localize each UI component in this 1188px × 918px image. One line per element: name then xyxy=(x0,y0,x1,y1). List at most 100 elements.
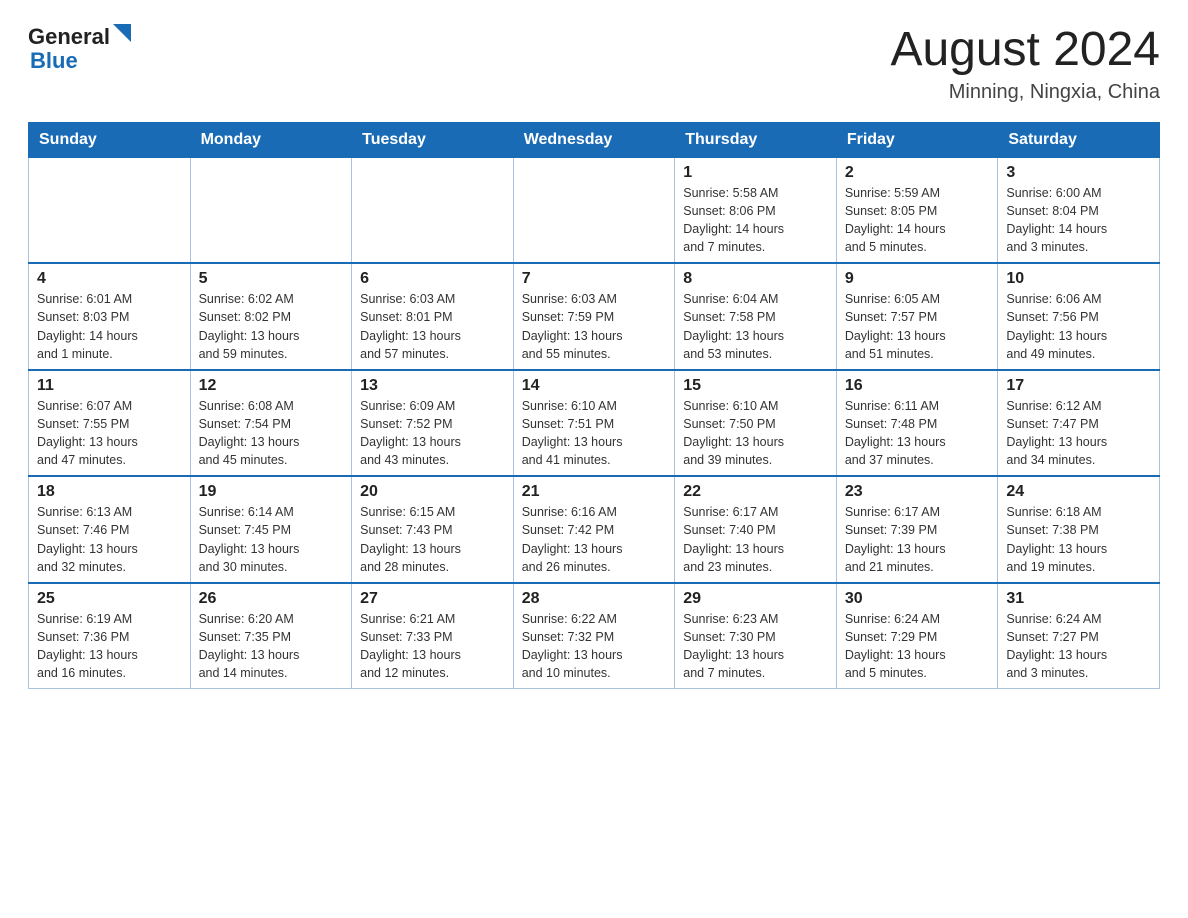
day-number: 6 xyxy=(360,270,505,288)
day-info: Sunrise: 6:12 AM Sunset: 7:47 PM Dayligh… xyxy=(1006,397,1151,470)
day-number: 10 xyxy=(1006,270,1151,288)
day-number: 1 xyxy=(683,164,828,182)
table-row: 27 Sunrise: 6:21 AM Sunset: 7:33 PM Dayli… xyxy=(352,583,514,689)
table-row: 24 Sunrise: 6:18 AM Sunset: 7:38 PM Dayli… xyxy=(998,476,1160,583)
day-number: 2 xyxy=(845,164,990,182)
day-number: 14 xyxy=(522,377,667,395)
location-subtitle: Minning, Ningxia, China xyxy=(890,81,1160,104)
day-info: Sunrise: 6:10 AM Sunset: 7:51 PM Dayligh… xyxy=(522,397,667,470)
day-number: 27 xyxy=(360,590,505,608)
page-header: General Blue August 2024 Minning, Ningxi… xyxy=(28,24,1160,104)
table-row xyxy=(513,157,675,263)
table-row: 1 Sunrise: 5:58 AM Sunset: 8:06 PM Daylig… xyxy=(675,157,837,263)
table-row: 3 Sunrise: 6:00 AM Sunset: 8:04 PM Daylig… xyxy=(998,157,1160,263)
month-title: August 2024 xyxy=(890,24,1160,77)
table-row: 17Sunrise: 6:12 AM Sunset: 7:47 PM Dayli… xyxy=(998,370,1160,477)
day-number: 13 xyxy=(360,377,505,395)
col-friday: Friday xyxy=(836,122,998,157)
day-number: 5 xyxy=(199,270,344,288)
table-row: 4 Sunrise: 6:01 AM Sunset: 8:03 PM Daylig… xyxy=(29,263,191,370)
table-row: 15Sunrise: 6:10 AM Sunset: 7:50 PM Dayli… xyxy=(675,370,837,477)
day-number: 31 xyxy=(1006,590,1151,608)
day-info: Sunrise: 6:22 AM Sunset: 7:32 PM Dayligh… xyxy=(522,610,667,683)
table-row: 9 Sunrise: 6:05 AM Sunset: 7:57 PM Daylig… xyxy=(836,263,998,370)
day-number: 4 xyxy=(37,270,182,288)
day-number: 3 xyxy=(1006,164,1151,182)
table-row: 20 Sunrise: 6:15 AM Sunset: 7:43 PM Dayli… xyxy=(352,476,514,583)
logo-blue-text: Blue xyxy=(30,48,78,74)
day-info: Sunrise: 5:58 AM Sunset: 8:06 PM Dayligh… xyxy=(683,184,828,257)
calendar-week-row: 4 Sunrise: 6:01 AM Sunset: 8:03 PM Daylig… xyxy=(29,263,1160,370)
day-info: Sunrise: 6:07 AM Sunset: 7:55 PM Dayligh… xyxy=(37,397,182,470)
day-info: Sunrise: 6:16 AM Sunset: 7:42 PM Dayligh… xyxy=(522,503,667,576)
table-row: 7 Sunrise: 6:03 AM Sunset: 7:59 PM Daylig… xyxy=(513,263,675,370)
day-info: Sunrise: 6:00 AM Sunset: 8:04 PM Dayligh… xyxy=(1006,184,1151,257)
day-number: 8 xyxy=(683,270,828,288)
day-info: Sunrise: 6:20 AM Sunset: 7:35 PM Dayligh… xyxy=(199,610,344,683)
table-row xyxy=(29,157,191,263)
table-row: 19Sunrise: 6:14 AM Sunset: 7:45 PM Dayli… xyxy=(190,476,352,583)
day-info: Sunrise: 6:24 AM Sunset: 7:29 PM Dayligh… xyxy=(845,610,990,683)
calendar-table: Sunday Monday Tuesday Wednesday Thursday… xyxy=(28,122,1160,690)
day-info: Sunrise: 6:13 AM Sunset: 7:46 PM Dayligh… xyxy=(37,503,182,576)
table-row: 16 Sunrise: 6:11 AM Sunset: 7:48 PM Dayli… xyxy=(836,370,998,477)
table-row xyxy=(190,157,352,263)
title-section: August 2024 Minning, Ningxia, China xyxy=(890,24,1160,104)
table-row: 28 Sunrise: 6:22 AM Sunset: 7:32 PM Dayli… xyxy=(513,583,675,689)
day-info: Sunrise: 6:11 AM Sunset: 7:48 PM Dayligh… xyxy=(845,397,990,470)
day-info: Sunrise: 5:59 AM Sunset: 8:05 PM Dayligh… xyxy=(845,184,990,257)
table-row: 22 Sunrise: 6:17 AM Sunset: 7:40 PM Dayli… xyxy=(675,476,837,583)
calendar-week-row: 1 Sunrise: 5:58 AM Sunset: 8:06 PM Daylig… xyxy=(29,157,1160,263)
col-sunday: Sunday xyxy=(29,122,191,157)
day-number: 25 xyxy=(37,590,182,608)
day-info: Sunrise: 6:15 AM Sunset: 7:43 PM Dayligh… xyxy=(360,503,505,576)
table-row: 14 Sunrise: 6:10 AM Sunset: 7:51 PM Dayli… xyxy=(513,370,675,477)
table-row: 30 Sunrise: 6:24 AM Sunset: 7:29 PM Dayli… xyxy=(836,583,998,689)
table-row: 31 Sunrise: 6:24 AM Sunset: 7:27 PM Dayli… xyxy=(998,583,1160,689)
day-number: 19 xyxy=(199,483,344,501)
table-row: 12 Sunrise: 6:08 AM Sunset: 7:54 PM Dayli… xyxy=(190,370,352,477)
day-info: Sunrise: 6:04 AM Sunset: 7:58 PM Dayligh… xyxy=(683,290,828,363)
day-number: 7 xyxy=(522,270,667,288)
day-number: 22 xyxy=(683,483,828,501)
day-number: 12 xyxy=(199,377,344,395)
logo-general-text: General xyxy=(28,24,110,50)
day-info: Sunrise: 6:03 AM Sunset: 7:59 PM Dayligh… xyxy=(522,290,667,363)
day-info: Sunrise: 6:19 AM Sunset: 7:36 PM Dayligh… xyxy=(37,610,182,683)
day-info: Sunrise: 6:18 AM Sunset: 7:38 PM Dayligh… xyxy=(1006,503,1151,576)
day-number: 24 xyxy=(1006,483,1151,501)
table-row: 6Sunrise: 6:03 AM Sunset: 8:01 PM Daylig… xyxy=(352,263,514,370)
day-info: Sunrise: 6:01 AM Sunset: 8:03 PM Dayligh… xyxy=(37,290,182,363)
day-info: Sunrise: 6:17 AM Sunset: 7:40 PM Dayligh… xyxy=(683,503,828,576)
col-tuesday: Tuesday xyxy=(352,122,514,157)
day-info: Sunrise: 6:21 AM Sunset: 7:33 PM Dayligh… xyxy=(360,610,505,683)
day-number: 28 xyxy=(522,590,667,608)
day-info: Sunrise: 6:17 AM Sunset: 7:39 PM Dayligh… xyxy=(845,503,990,576)
table-row: 13 Sunrise: 6:09 AM Sunset: 7:52 PM Dayli… xyxy=(352,370,514,477)
table-row: 8 Sunrise: 6:04 AM Sunset: 7:58 PM Daylig… xyxy=(675,263,837,370)
day-number: 23 xyxy=(845,483,990,501)
day-number: 20 xyxy=(360,483,505,501)
day-number: 16 xyxy=(845,377,990,395)
day-number: 30 xyxy=(845,590,990,608)
col-wednesday: Wednesday xyxy=(513,122,675,157)
table-row: 21Sunrise: 6:16 AM Sunset: 7:42 PM Dayli… xyxy=(513,476,675,583)
day-number: 9 xyxy=(845,270,990,288)
logo: General Blue xyxy=(28,24,131,74)
day-info: Sunrise: 6:08 AM Sunset: 7:54 PM Dayligh… xyxy=(199,397,344,470)
day-info: Sunrise: 6:02 AM Sunset: 8:02 PM Dayligh… xyxy=(199,290,344,363)
table-row: 18Sunrise: 6:13 AM Sunset: 7:46 PM Dayli… xyxy=(29,476,191,583)
day-info: Sunrise: 6:24 AM Sunset: 7:27 PM Dayligh… xyxy=(1006,610,1151,683)
table-row: 26Sunrise: 6:20 AM Sunset: 7:35 PM Dayli… xyxy=(190,583,352,689)
calendar-week-row: 25 Sunrise: 6:19 AM Sunset: 7:36 PM Dayli… xyxy=(29,583,1160,689)
table-row: 5 Sunrise: 6:02 AM Sunset: 8:02 PM Daylig… xyxy=(190,263,352,370)
day-info: Sunrise: 6:09 AM Sunset: 7:52 PM Dayligh… xyxy=(360,397,505,470)
day-info: Sunrise: 6:10 AM Sunset: 7:50 PM Dayligh… xyxy=(683,397,828,470)
day-info: Sunrise: 6:05 AM Sunset: 7:57 PM Dayligh… xyxy=(845,290,990,363)
calendar-header-row: Sunday Monday Tuesday Wednesday Thursday… xyxy=(29,122,1160,157)
day-number: 29 xyxy=(683,590,828,608)
table-row: 29Sunrise: 6:23 AM Sunset: 7:30 PM Dayli… xyxy=(675,583,837,689)
table-row: 10Sunrise: 6:06 AM Sunset: 7:56 PM Dayli… xyxy=(998,263,1160,370)
col-monday: Monday xyxy=(190,122,352,157)
table-row: 11Sunrise: 6:07 AM Sunset: 7:55 PM Dayli… xyxy=(29,370,191,477)
